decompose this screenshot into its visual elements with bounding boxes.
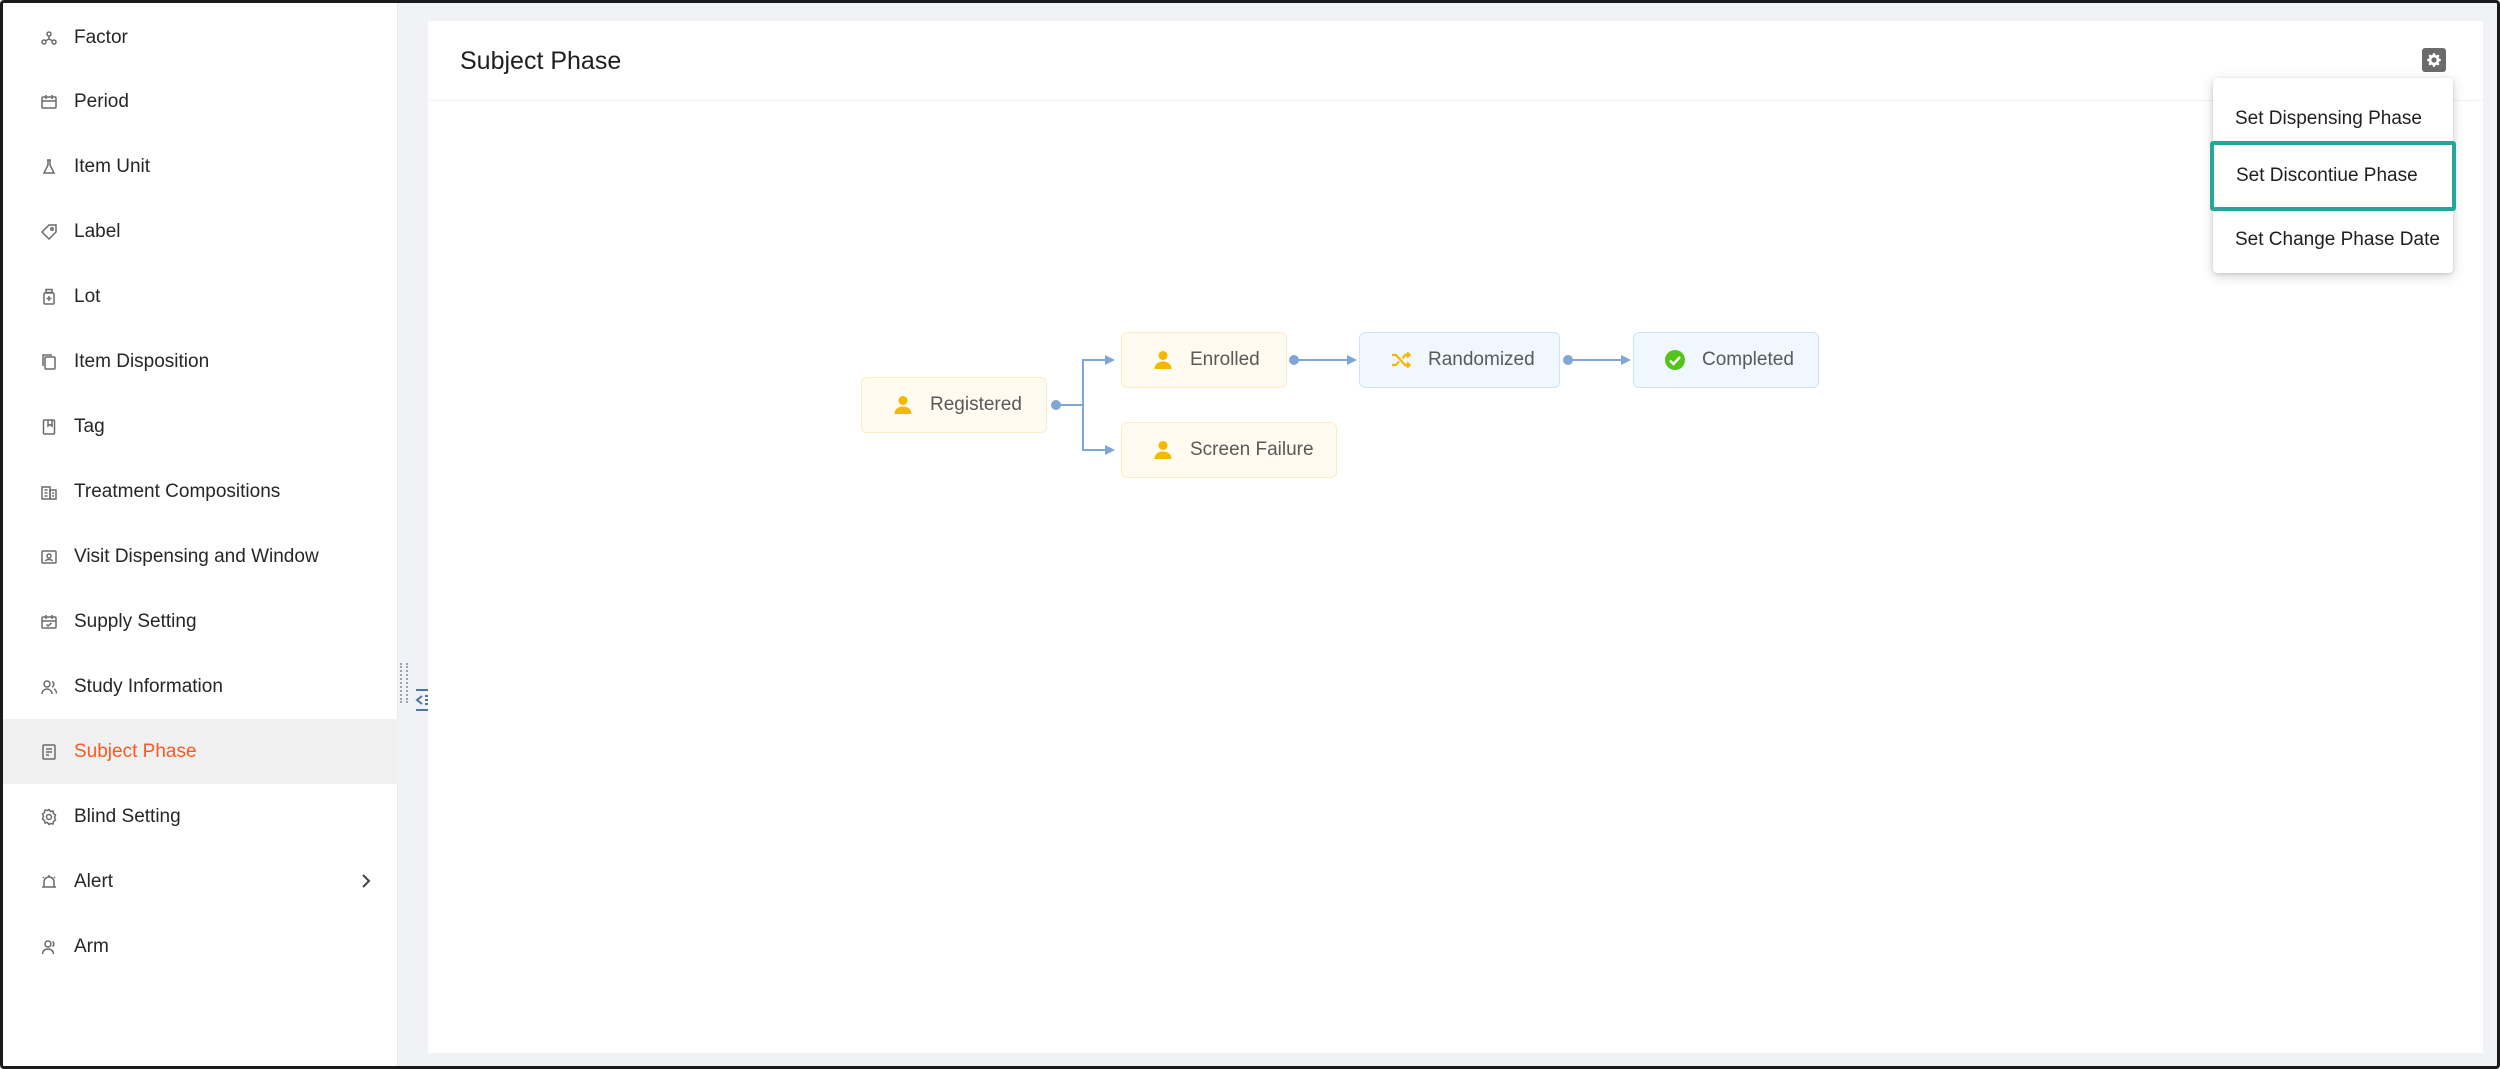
user-icon: [38, 936, 60, 958]
sidebar-item-treatment-compositions[interactable]: Treatment Compositions: [3, 459, 398, 524]
subject-phase-card: Subject Phase: [428, 21, 2483, 1053]
shuffle-icon: [1388, 347, 1414, 373]
building-icon: [38, 481, 60, 503]
app-window: Factor Period Item Unit Label Lot Item D…: [0, 0, 2500, 1069]
sidebar-item-tag[interactable]: Tag: [3, 394, 398, 459]
menu-item-label: Set Dispensing Phase: [2235, 108, 2422, 129]
sidebar-item-item-unit[interactable]: Item Unit: [3, 134, 398, 199]
flow-node-screen-failure[interactable]: Screen Failure: [1121, 422, 1337, 478]
menu-item-label: Set Discontiue Phase: [2236, 165, 2418, 186]
tag-icon: [38, 221, 60, 243]
id-card-icon: [38, 546, 60, 568]
sidebar-item-label: Arm: [74, 935, 109, 957]
flow-node-completed[interactable]: Completed: [1633, 332, 1819, 388]
node-label: Screen Failure: [1190, 439, 1314, 460]
node-label: Registered: [930, 394, 1022, 415]
sidebar-item-alert[interactable]: Alert: [3, 849, 398, 914]
menu-item-set-discontinue-phase[interactable]: Set Discontiue Phase: [2210, 141, 2456, 211]
menu-item-label: Set Change Phase Date: [2235, 229, 2440, 250]
person-icon: [1150, 347, 1176, 373]
sidebar-item-label: Blind Setting: [74, 805, 181, 827]
sidebar-item-study-information[interactable]: Study Information: [3, 654, 398, 719]
bottle-icon: [38, 286, 60, 308]
person-icon: [1150, 437, 1176, 463]
chevron-right-icon[interactable]: [356, 871, 376, 891]
bookmark-icon: [38, 416, 60, 438]
sidebar-item-item-disposition[interactable]: Item Disposition: [3, 329, 398, 394]
sidebar-item-label: Period: [74, 90, 129, 112]
check-circle-icon: [1662, 347, 1688, 373]
settings-icon: [38, 806, 60, 828]
sidebar-item-label: Alert: [74, 870, 114, 892]
alarm-icon: [38, 871, 60, 893]
node-label: Completed: [1702, 349, 1794, 370]
settings-dropdown-menu: Set Dispensing Phase Set Discontiue Phas…: [2210, 78, 2456, 273]
calendar-icon: [38, 91, 60, 113]
settings-gear-button[interactable]: [2422, 48, 2446, 72]
sidebar-item-label: Item Disposition: [74, 350, 210, 372]
flask-icon: [38, 156, 60, 178]
flow-node-randomized[interactable]: Randomized: [1359, 332, 1560, 388]
sidebar-item-label: Tag: [74, 415, 105, 437]
sidebar-item-subject-phase[interactable]: Subject Phase: [3, 719, 398, 784]
sidebar-item-label: Item Unit: [74, 155, 151, 177]
person-icon: [890, 392, 916, 418]
node-label: Randomized: [1428, 349, 1535, 370]
flow-node-registered[interactable]: Registered: [861, 377, 1047, 433]
document-copy-icon: [38, 351, 60, 373]
sidebar-item-label: Lot: [74, 285, 101, 307]
sidebar-resize-handle[interactable]: [400, 663, 408, 703]
sidebar-item-label: Subject Phase: [74, 740, 197, 762]
sidebar-item-supply-setting[interactable]: Supply Setting: [3, 589, 398, 654]
calendar-check-icon: [38, 611, 60, 633]
sidebar-item-label: Treatment Compositions: [74, 480, 281, 502]
sidebar-item-arm[interactable]: Arm: [3, 914, 398, 979]
sidebar-item-blind-setting[interactable]: Blind Setting: [3, 784, 398, 849]
sidebar-item-label: Visit Dispensing and Window: [74, 545, 319, 567]
sidebar-item-lot[interactable]: Lot: [3, 264, 398, 329]
flow-node-enrolled[interactable]: Enrolled: [1121, 332, 1287, 388]
sidebar-item-label: Supply Setting: [74, 610, 197, 632]
sidebar-item-factor[interactable]: Factor: [3, 5, 398, 70]
sidebar-item-label: Label: [74, 220, 121, 242]
node-label: Enrolled: [1190, 349, 1260, 370]
factor-icon: [38, 27, 60, 49]
sidebar-item-visit-dispensing[interactable]: Visit Dispensing and Window: [3, 524, 398, 589]
card-header: Subject Phase: [428, 21, 2483, 101]
sidebar-item-label: Study Information: [74, 675, 223, 697]
menu-item-set-change-phase-date[interactable]: Set Change Phase Date: [2213, 209, 2453, 271]
sidebar-item-label-nav[interactable]: Label: [3, 199, 398, 264]
sidebar: Factor Period Item Unit Label Lot Item D…: [3, 3, 398, 1066]
sidebar-item-label: Factor: [74, 26, 128, 48]
sidebar-item-period[interactable]: Period: [3, 69, 398, 134]
page-title: Subject Phase: [460, 47, 622, 75]
gear-icon: [2427, 53, 2441, 67]
user-group-icon: [38, 676, 60, 698]
list-doc-icon: [38, 741, 60, 763]
